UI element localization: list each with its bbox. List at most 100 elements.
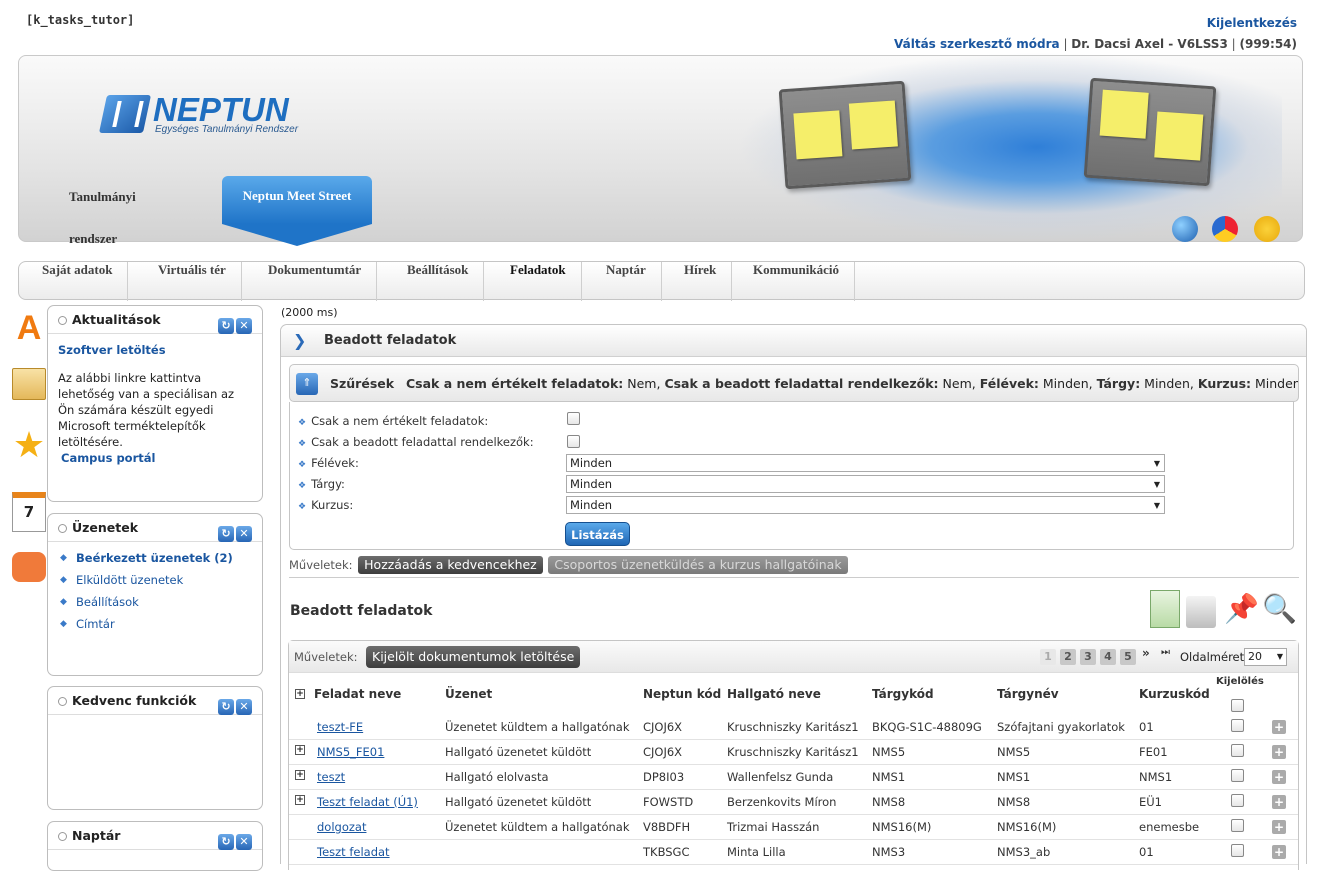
menu-item-4[interactable]: Feladatok bbox=[495, 262, 582, 301]
chat-icon[interactable] bbox=[12, 552, 46, 582]
calendar-icon[interactable]: 7 bbox=[12, 492, 46, 532]
group-message-button[interactable]: Csoportos üzenetküldés a kurzus hallgató… bbox=[548, 556, 848, 574]
message-link-3[interactable]: Címtár bbox=[58, 613, 252, 635]
add-favorite-button[interactable]: Hozzáadás a kedvencekhez bbox=[358, 556, 543, 574]
accessibility-icon[interactable] bbox=[1254, 216, 1280, 242]
select-all-checkbox[interactable] bbox=[1231, 699, 1244, 712]
filter-not-rated-checkbox[interactable] bbox=[567, 412, 580, 425]
cell-student: Minta Lilla bbox=[727, 845, 786, 859]
menu-item-3[interactable]: Beállítások bbox=[392, 262, 485, 301]
page-5[interactable]: 5 bbox=[1120, 649, 1136, 665]
row-add-icon[interactable]: + bbox=[1272, 845, 1286, 859]
close-icon[interactable]: ✕ bbox=[236, 526, 252, 542]
row-select-checkbox[interactable] bbox=[1231, 744, 1244, 757]
cell-code: CJOJ6X bbox=[643, 745, 683, 759]
close-icon[interactable]: ✕ bbox=[236, 318, 252, 334]
cell-name[interactable]: Teszt feladat bbox=[317, 840, 390, 865]
cell-msg: Üzenetet küldtem a hallgatónak bbox=[445, 820, 630, 834]
announcements-icon[interactable]: A bbox=[12, 308, 46, 348]
row-select-checkbox[interactable] bbox=[1231, 719, 1244, 732]
menu-item-0[interactable]: Saját adatok bbox=[27, 262, 129, 301]
row-add-icon[interactable]: + bbox=[1272, 795, 1286, 809]
expand-row-icon[interactable]: + bbox=[295, 770, 305, 780]
campus-portal-link[interactable]: Campus portál bbox=[58, 450, 252, 466]
refresh-icon[interactable]: ↻ bbox=[218, 526, 234, 542]
page-1[interactable]: 1 bbox=[1040, 649, 1056, 665]
cell-name[interactable]: dolgozat bbox=[317, 815, 366, 840]
course-select[interactable]: Minden bbox=[566, 496, 1165, 514]
tab-meet-street[interactable]: Neptun Meet Street bbox=[222, 176, 372, 246]
print-icon[interactable] bbox=[1186, 596, 1216, 628]
message-link-2[interactable]: Beállítások bbox=[58, 591, 252, 613]
cell-subj_code: NMS3 bbox=[872, 845, 906, 859]
row-select-checkbox[interactable] bbox=[1231, 769, 1244, 782]
column-header-6[interactable]: Kurzuskód bbox=[1139, 687, 1210, 701]
cell-name[interactable]: teszt-FE bbox=[317, 715, 363, 740]
session-label: [k_tasks_tutor] bbox=[26, 13, 135, 27]
download-selected-button[interactable]: Kijelölt dokumentumok letöltése bbox=[366, 646, 581, 668]
filter-summary-key: Csak a beadott feladattal rendelkezők: bbox=[664, 376, 939, 391]
semesters-select[interactable]: Minden bbox=[566, 454, 1165, 472]
last-page-icon[interactable]: ⏭ bbox=[1161, 647, 1170, 658]
close-icon[interactable]: ✕ bbox=[236, 834, 252, 850]
cell-name[interactable]: Teszt feladat (Ú1) bbox=[317, 790, 418, 815]
cell-name[interactable]: NMS5_FE01 bbox=[317, 740, 384, 765]
menu-item-7[interactable]: Kommunikáció bbox=[738, 262, 855, 301]
filter-summary-value: Nem, bbox=[623, 376, 665, 391]
column-header-2[interactable]: Neptun kód bbox=[643, 687, 721, 701]
next-page-icon[interactable]: » bbox=[1142, 646, 1150, 660]
row-add-icon[interactable]: + bbox=[1272, 820, 1286, 834]
search-icon[interactable]: 🔍 bbox=[1262, 590, 1297, 628]
refresh-icon[interactable]: ↻ bbox=[218, 834, 234, 850]
neptun-logo[interactable]: NEPTUN Egységes Tanulmányi Rendszer bbox=[98, 91, 303, 139]
page-4[interactable]: 4 bbox=[1100, 649, 1116, 665]
subject-select[interactable]: Minden bbox=[566, 475, 1165, 493]
operations-label: Műveletek: bbox=[289, 558, 353, 572]
message-link-1[interactable]: Elküldött üzenetek bbox=[58, 569, 252, 591]
row-add-icon[interactable]: + bbox=[1272, 770, 1286, 784]
message-link-0[interactable]: Beérkezett üzenetek (2) bbox=[58, 547, 252, 569]
menu-item-5[interactable]: Naptár bbox=[591, 262, 662, 301]
column-header-1[interactable]: Üzenet bbox=[445, 687, 492, 701]
excel-export-icon[interactable] bbox=[1150, 590, 1180, 628]
refresh-icon[interactable]: ↻ bbox=[218, 699, 234, 715]
pin-icon[interactable]: 📌 bbox=[1224, 590, 1259, 628]
menu-item-2[interactable]: Dokumentumtár bbox=[253, 262, 378, 301]
row-select-checkbox[interactable] bbox=[1231, 819, 1244, 832]
logout-link[interactable]: Kijelentkezés bbox=[1207, 16, 1297, 30]
cell-name[interactable]: teszt bbox=[317, 765, 345, 790]
menu-item-1[interactable]: Virtuális tér bbox=[143, 262, 242, 301]
column-header-7[interactable]: Kijelölés bbox=[1216, 676, 1264, 687]
expand-all-icon[interactable]: + bbox=[295, 689, 305, 699]
filter-bar[interactable]: ⇑ Szűrések Csak a nem értékelt feladatok… bbox=[289, 364, 1299, 402]
cell-subj_code: NMS8 bbox=[872, 795, 906, 809]
page-3[interactable]: 3 bbox=[1080, 649, 1096, 665]
expand-row-icon[interactable]: + bbox=[295, 745, 305, 755]
expand-row-icon[interactable]: + bbox=[295, 795, 305, 805]
globe-icon[interactable] bbox=[1172, 216, 1198, 242]
column-header-3[interactable]: Hallgató neve bbox=[727, 687, 821, 701]
color-theme-icon[interactable] bbox=[1212, 216, 1238, 242]
tab-study-system[interactable]: Tanulmányi rendszer bbox=[69, 176, 136, 246]
list-button[interactable]: Listázás bbox=[565, 522, 630, 546]
row-select-checkbox[interactable] bbox=[1231, 844, 1244, 857]
row-add-icon[interactable]: + bbox=[1272, 745, 1286, 759]
row-add-icon[interactable]: + bbox=[1272, 720, 1286, 734]
menu-item-6[interactable]: Hírek bbox=[669, 262, 733, 301]
star-icon[interactable]: ★ bbox=[12, 426, 46, 466]
collapse-up-icon[interactable]: ⇑ bbox=[296, 373, 318, 395]
filter-submitted-checkbox[interactable] bbox=[567, 435, 580, 448]
row-select-checkbox[interactable] bbox=[1231, 794, 1244, 807]
page-2[interactable]: 2 bbox=[1060, 649, 1076, 665]
column-header-4[interactable]: Tárgykód bbox=[872, 687, 934, 701]
edit-mode-link[interactable]: Váltás szerkesztő módra bbox=[894, 37, 1060, 51]
page-size-value: 20 bbox=[1248, 650, 1262, 663]
page-size-select[interactable]: 20 ▼ bbox=[1244, 648, 1287, 666]
mail-icon[interactable] bbox=[12, 368, 46, 400]
column-header-5[interactable]: Tárgynév bbox=[997, 687, 1059, 701]
refresh-icon[interactable]: ↻ bbox=[218, 318, 234, 334]
close-icon[interactable]: ✕ bbox=[236, 699, 252, 715]
header-user-area: Kijelentkezés Váltás szerkesztő módra | … bbox=[894, 16, 1297, 51]
column-header-0[interactable]: Feladat neve bbox=[314, 687, 401, 701]
software-download-title[interactable]: Szoftver letöltés bbox=[58, 342, 252, 358]
